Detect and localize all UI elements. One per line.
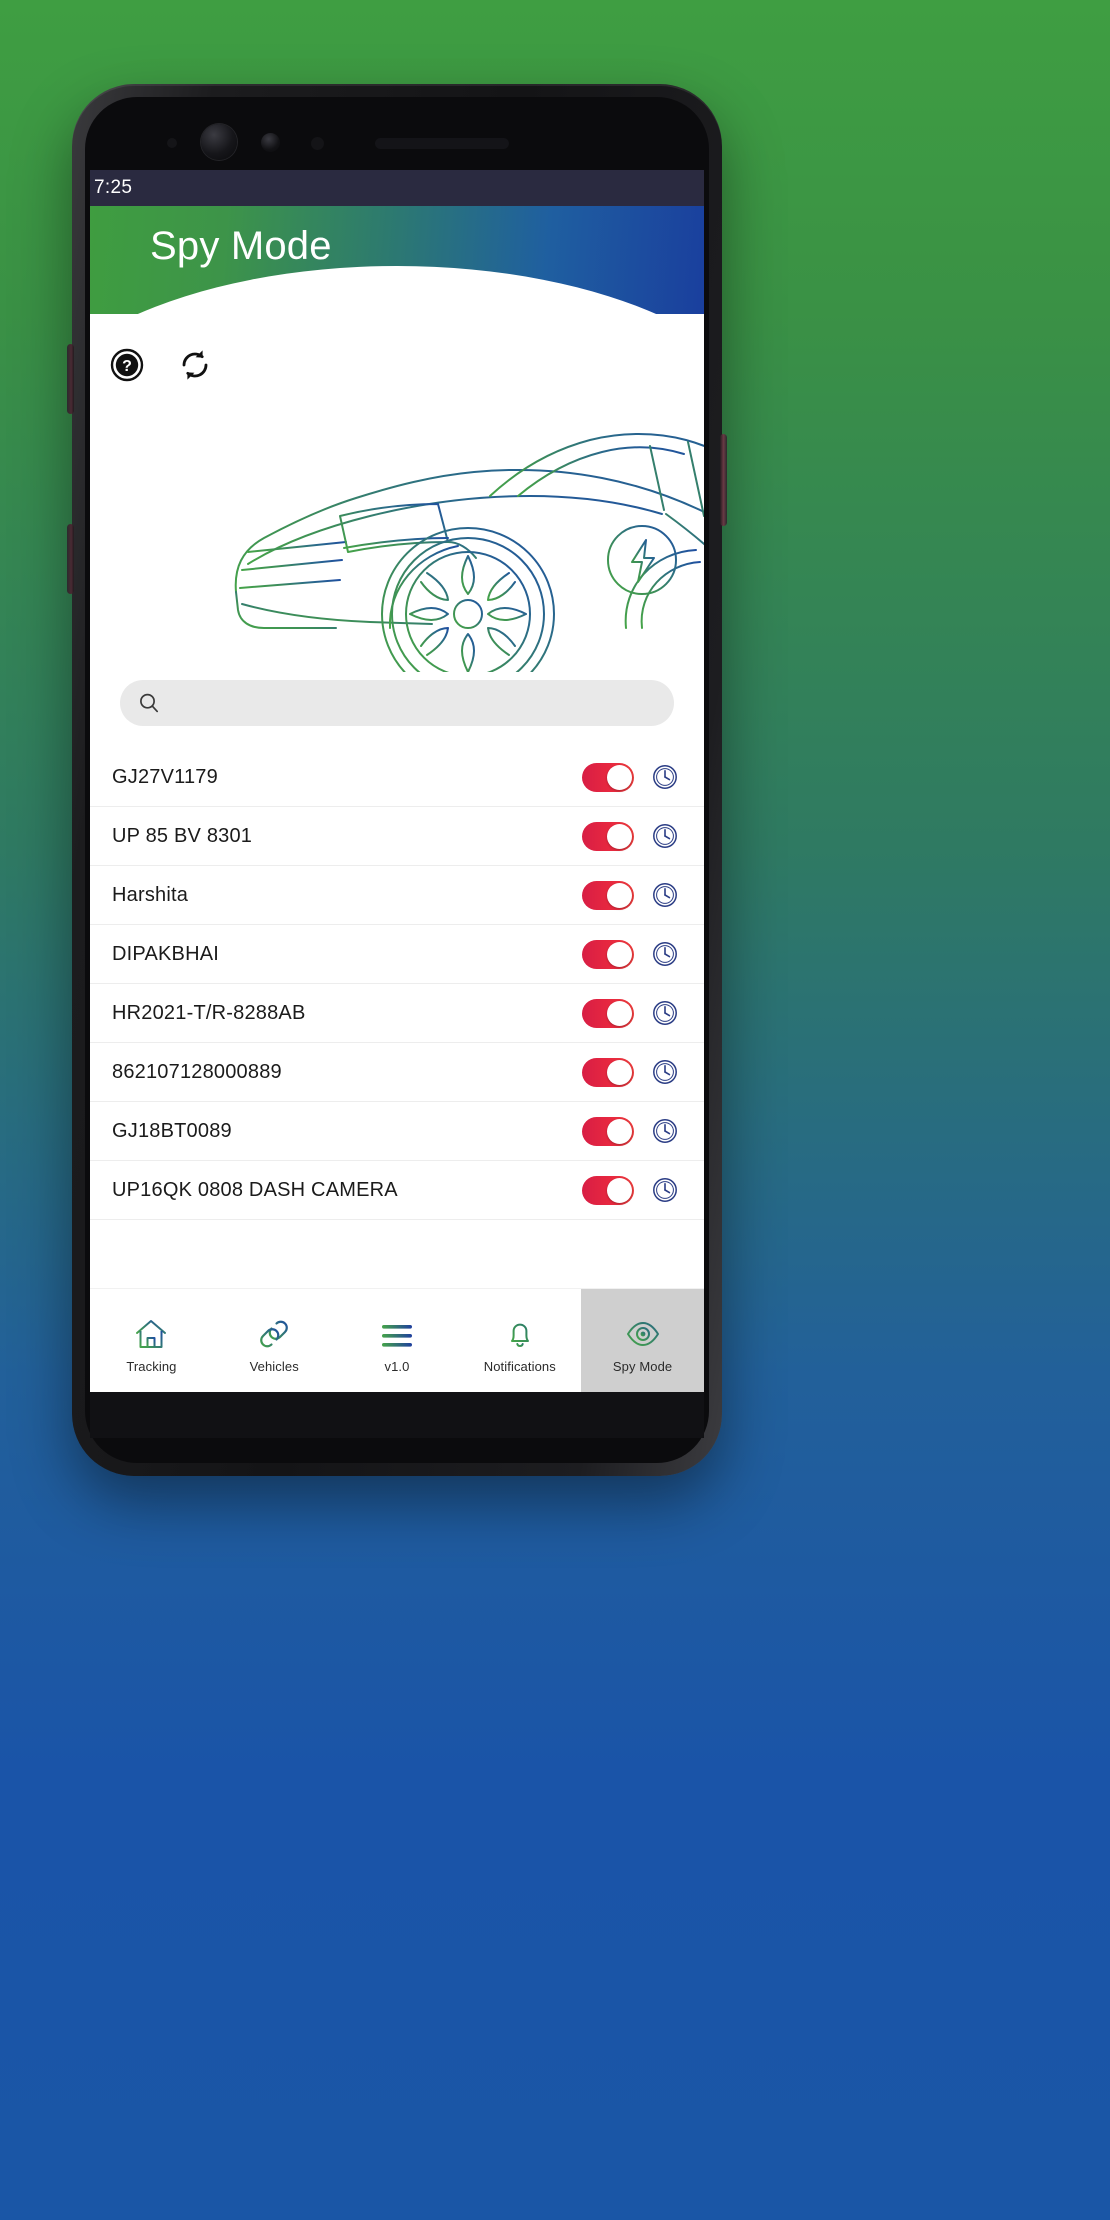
table-row[interactable]: DIPAKBHAI: [90, 925, 704, 984]
toggle-knob: [607, 882, 632, 908]
spy-mode-toggle[interactable]: [582, 1057, 634, 1087]
table-row[interactable]: 862107128000889: [90, 1043, 704, 1102]
earpiece-speaker: [375, 138, 509, 149]
nav-item-label: Spy Mode: [612, 1359, 673, 1374]
nav-item-label: Vehicles: [249, 1359, 299, 1374]
history-clock-button[interactable]: [652, 823, 678, 849]
power-button[interactable]: [720, 434, 727, 526]
table-row[interactable]: UP16QK 0808 DASH CAMERA: [90, 1161, 704, 1220]
toggle-knob: [607, 1118, 632, 1144]
proximity-sensor-icon: [261, 133, 280, 152]
device-name-label: 862107128000889: [112, 1060, 282, 1083]
device-list: GJ27V1179 UP 85 BV 8301 Harshita DIPAKBHAI H…: [90, 748, 704, 1220]
car-line-art-icon: [234, 433, 704, 672]
svg-text:?: ?: [122, 358, 132, 375]
clock-icon: [653, 1060, 677, 1084]
spy-mode-toggle[interactable]: [582, 998, 634, 1028]
history-clock-button[interactable]: [652, 764, 678, 790]
history-clock-button[interactable]: [652, 941, 678, 967]
table-row[interactable]: GJ27V1179: [90, 748, 704, 807]
table-row[interactable]: UP 85 BV 8301: [90, 807, 704, 866]
history-clock-button[interactable]: [652, 1059, 678, 1085]
spy-mode-toggle[interactable]: [582, 1116, 634, 1146]
table-row[interactable]: Harshita: [90, 866, 704, 925]
spy-mode-toggle[interactable]: [582, 821, 634, 851]
toggle-knob: [607, 1177, 632, 1203]
help-icon: ?: [110, 348, 144, 382]
history-clock-button[interactable]: [652, 1118, 678, 1144]
device-name-label: HR2021-T/R-8288AB: [112, 1001, 306, 1024]
toggle-knob: [607, 1000, 632, 1026]
front-camera-icon: [201, 124, 237, 160]
toggle-knob: [607, 764, 632, 790]
history-clock-button[interactable]: [652, 882, 678, 908]
toggle-knob: [607, 941, 632, 967]
clock-icon: [653, 824, 677, 848]
refresh-icon: [182, 350, 208, 380]
table-row[interactable]: HR2021-T/R-8288AB: [90, 984, 704, 1043]
nav-item-v1-0[interactable]: v1.0: [336, 1289, 459, 1392]
home-icon: [134, 1313, 168, 1351]
header-curve-decoration: [90, 266, 704, 314]
refresh-button[interactable]: [174, 344, 216, 386]
eye-icon: [626, 1313, 660, 1351]
spy-mode-toggle[interactable]: [582, 1175, 634, 1205]
screen-chin: [90, 1392, 704, 1438]
status-bar-clock: 7:25: [94, 177, 133, 198]
spy-mode-toggle[interactable]: [582, 880, 634, 910]
volume-down-button[interactable]: [67, 524, 74, 594]
clock-icon: [653, 765, 677, 789]
nav-item-notifications[interactable]: Notifications: [458, 1289, 581, 1392]
device-name-label: GJ18BT0089: [112, 1119, 232, 1142]
nav-item-vehicles[interactable]: Vehicles: [213, 1289, 336, 1392]
phone-device: 7:25 Spy Mode ? GJ27V1179 UP 85 BV 8301 …: [67, 84, 727, 1476]
bell-icon: [503, 1313, 537, 1351]
device-name-label: Harshita: [112, 883, 189, 906]
device-name-label: GJ27V1179: [112, 765, 218, 788]
search-section: [90, 674, 704, 726]
sensor-dot-icon: [167, 138, 177, 148]
clock-icon: [653, 1119, 677, 1143]
vehicle-illustration: [90, 388, 704, 674]
action-toolbar: ?: [90, 314, 704, 388]
app-header: Spy Mode: [90, 206, 704, 314]
device-name-label: UP16QK 0808 DASH CAMERA: [112, 1178, 398, 1201]
device-name-label: UP 85 BV 8301: [112, 824, 253, 847]
nav-item-label: v1.0: [384, 1359, 410, 1374]
clock-icon: [653, 942, 677, 966]
phone-screen: 7:25 Spy Mode ? GJ27V1179 UP 85 BV 8301 …: [90, 170, 704, 1392]
menu-icon: [380, 1313, 414, 1351]
help-button[interactable]: ?: [106, 344, 148, 386]
toggle-knob: [607, 823, 632, 849]
light-sensor-icon: [311, 137, 324, 150]
nav-item-tracking[interactable]: Tracking: [90, 1289, 213, 1392]
nav-item-label: Notifications: [483, 1359, 556, 1374]
search-icon: [140, 693, 159, 713]
nav-item-spy-mode[interactable]: Spy Mode: [581, 1289, 704, 1392]
toggle-knob: [607, 1059, 632, 1085]
clock-icon: [653, 883, 677, 907]
spy-mode-toggle[interactable]: [582, 762, 634, 792]
sensor-cluster: [85, 97, 709, 177]
clock-icon: [653, 1001, 677, 1025]
link-icon: [257, 1313, 291, 1351]
device-name-label: DIPAKBHAI: [112, 942, 220, 965]
search-input[interactable]: [172, 680, 656, 726]
table-row[interactable]: GJ18BT0089: [90, 1102, 704, 1161]
spy-mode-toggle[interactable]: [582, 939, 634, 969]
nav-item-label: Tracking: [126, 1359, 177, 1374]
history-clock-button[interactable]: [652, 1000, 678, 1026]
page-title: Spy Mode: [150, 224, 332, 268]
clock-icon: [653, 1178, 677, 1202]
volume-up-button[interactable]: [67, 344, 74, 414]
search-bar[interactable]: [120, 680, 674, 726]
history-clock-button[interactable]: [652, 1177, 678, 1203]
bottom-navigation: Tracking Vehicles v1.0 Notifications Spy Mod…: [90, 1288, 704, 1392]
